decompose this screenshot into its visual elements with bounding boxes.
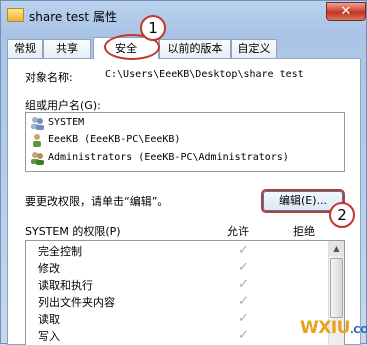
users-group-icon	[30, 151, 45, 165]
permission-row: 读取和执行	[38, 279, 93, 292]
tab-previous-versions[interactable]: 以前的版本	[159, 39, 231, 58]
permissions-list: 完全控制 ✓ 修改 ✓ 读取和执行 ✓ 列出文件夹内容 ✓ 读取 ✓ 写入 ✓ …	[25, 240, 345, 345]
title-bar: share test 属性 ✕	[1, 1, 366, 31]
edit-hint-text: 要更改权限，请单击“编辑”。	[25, 195, 169, 208]
allow-column-header: 允许	[227, 225, 249, 238]
step-marker-1: 1	[140, 15, 166, 41]
allow-check-icon: ✓	[238, 260, 249, 275]
tab-strip: 常规 共享 安全 以前的版本 自定义	[7, 37, 367, 59]
step-marker-2: 2	[329, 202, 355, 228]
folder-icon	[7, 8, 24, 22]
properties-window: share test 属性 ✕ 常规 共享 安全 以前的版本 自定义 对象名称:…	[0, 0, 367, 345]
permission-row: 读取	[38, 313, 60, 326]
allow-check-icon: ✓	[238, 243, 249, 258]
permissions-label: SYSTEM 的权限(P)	[25, 225, 121, 238]
object-name-value: C:\Users\EeeKB\Desktop\share test	[105, 69, 304, 80]
allow-check-icon: ✓	[238, 277, 249, 292]
permission-row: 列出文件夹内容	[38, 296, 115, 309]
user-row-eeekb[interactable]: EeeKB (EeeKB-PC\EeeKB)	[30, 132, 180, 148]
allow-check-icon: ✓	[238, 311, 249, 326]
tab-general[interactable]: 常规	[7, 39, 43, 58]
tab-customize[interactable]: 自定义	[231, 39, 277, 58]
site-watermark: WXIU.COM	[300, 318, 367, 338]
tab-sharing[interactable]: 共享	[43, 39, 91, 58]
user-row-system[interactable]: SYSTEM	[30, 115, 84, 131]
deny-column-header: 拒绝	[293, 225, 315, 238]
window-title: share test 属性	[29, 10, 117, 24]
group-users-label: 组或用户名(G):	[25, 99, 101, 112]
allow-check-icon: ✓	[238, 294, 249, 309]
user-row-administrators[interactable]: Administrators (EeeKB-PC\Administrators)	[30, 150, 289, 166]
user-list: SYSTEM EeeKB (EeeKB-PC\EeeKB) Administra…	[25, 112, 345, 172]
object-name-label: 对象名称:	[25, 71, 73, 84]
users-group-icon	[30, 116, 45, 130]
permission-row: 完全控制	[38, 245, 82, 258]
close-button[interactable]: ✕	[326, 2, 366, 21]
allow-check-icon: ✓	[238, 328, 249, 343]
permission-row: 修改	[38, 262, 60, 275]
permission-row: 写入	[38, 330, 60, 343]
user-icon	[30, 133, 45, 147]
scroll-up-arrow-icon[interactable]: ▲	[329, 241, 344, 256]
scroll-thumb[interactable]	[330, 258, 343, 318]
